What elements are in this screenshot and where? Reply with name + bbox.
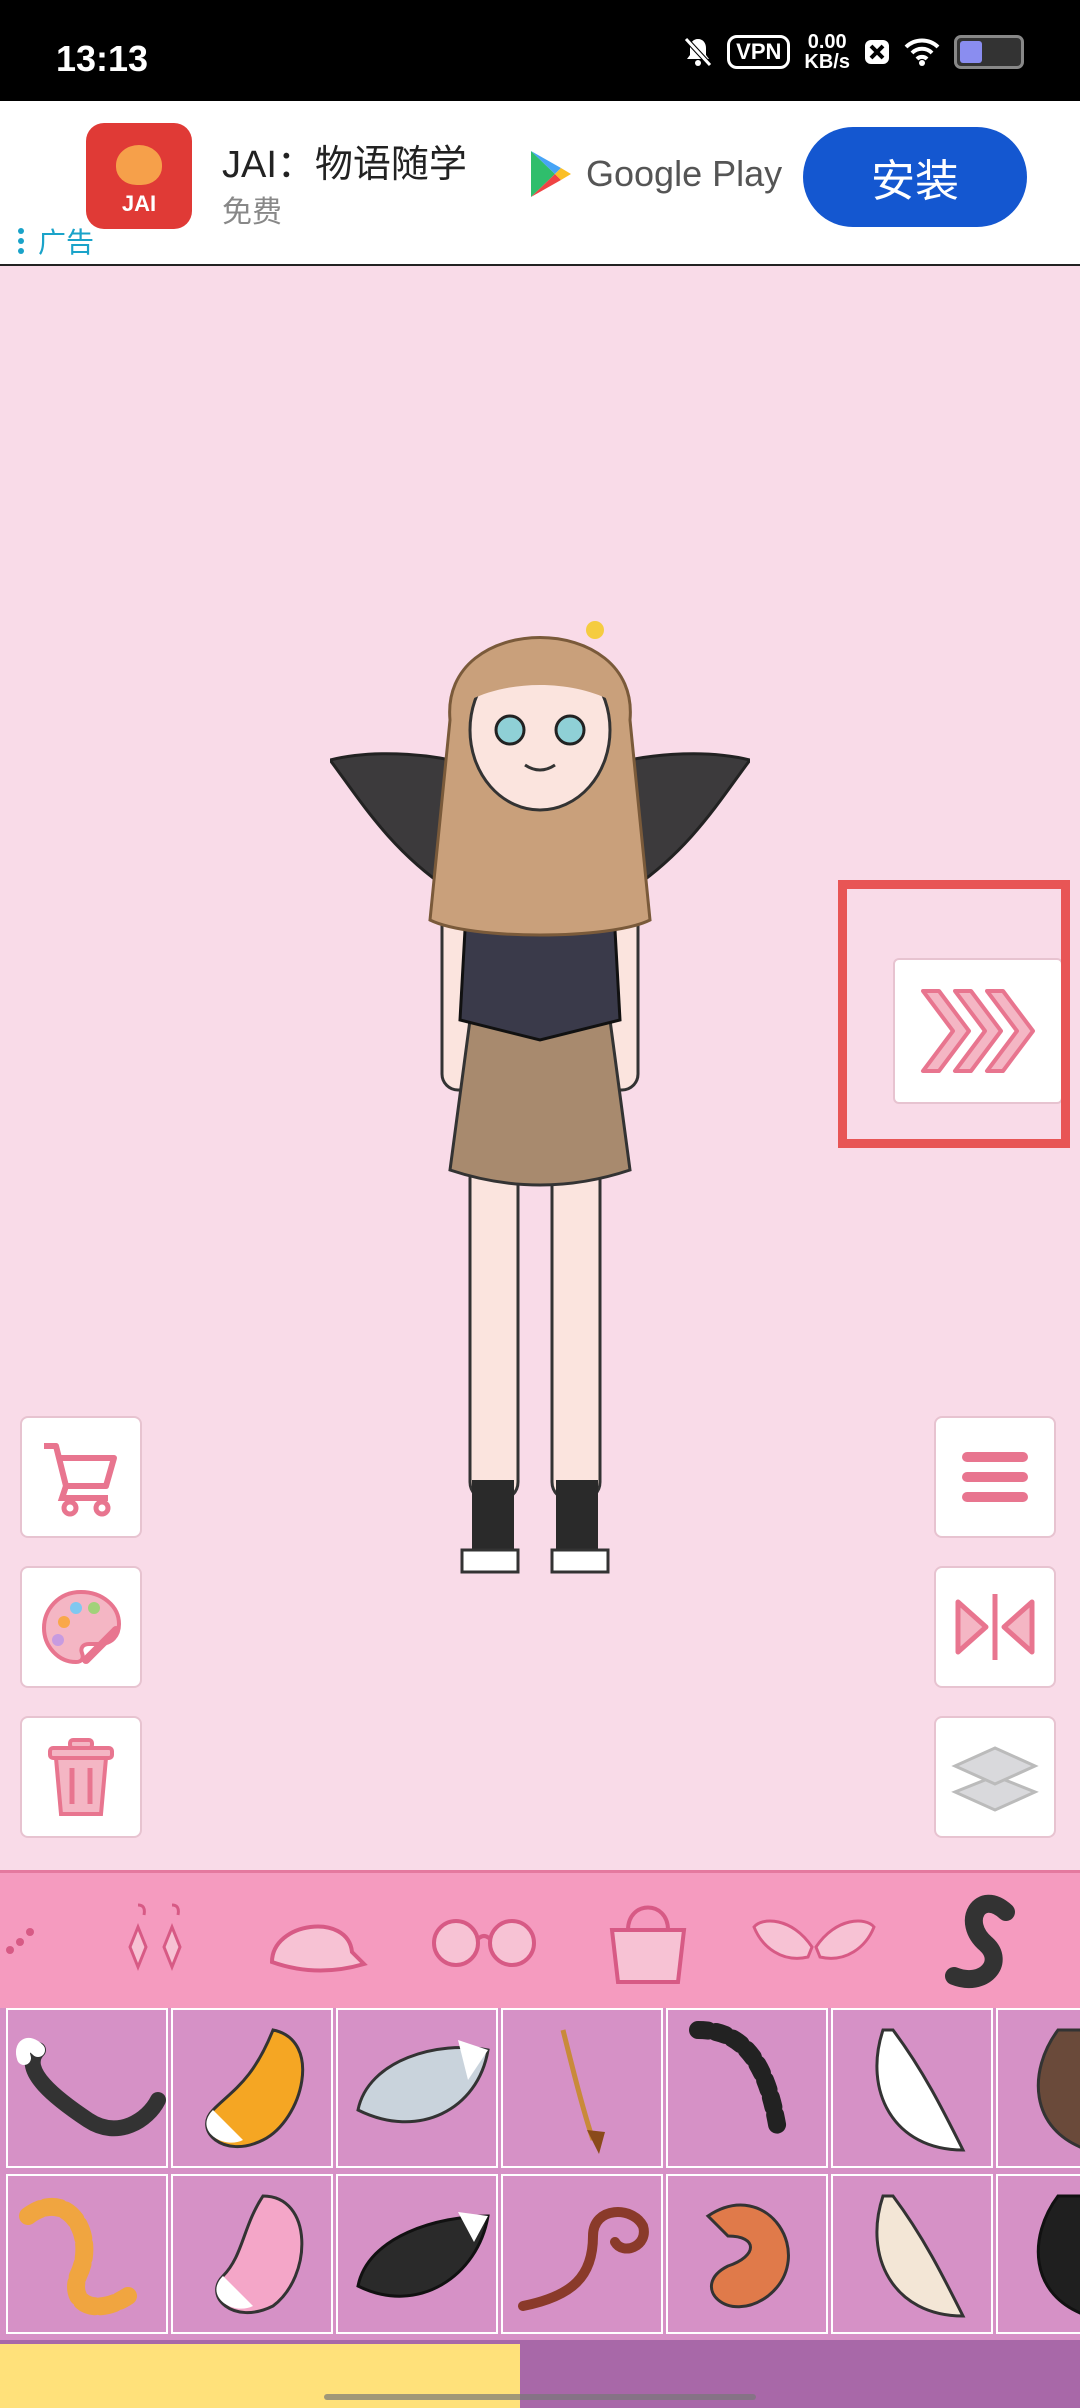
status-icons: VPN 0.00 KB/s — [683, 32, 1024, 72]
curly-brown-tail-icon — [518, 2207, 649, 2311]
ad-price: 免费 — [222, 196, 282, 229]
dark-tail-icon — [1036, 2194, 1080, 2315]
palette-icon — [41, 1589, 122, 1665]
network-speed: 0.00 KB/s — [804, 32, 850, 72]
vpn-badge: VPN — [727, 35, 791, 69]
flip-icon — [955, 1594, 1035, 1660]
ad-app-name[interactable]: JAI：物语随学 — [222, 133, 467, 188]
category-cap[interactable] — [260, 1887, 370, 1997]
items-grid — [0, 2008, 1080, 2340]
wings-icon — [752, 1919, 876, 1960]
gesture-bar[interactable] — [324, 2394, 756, 2400]
status-bar: 13:13 VPN 0.00 KB/s — [0, 0, 1080, 101]
mute-bell-icon — [684, 37, 713, 67]
ad-app-icon-text: JAI — [121, 191, 157, 216]
network-speed-unit: KB/s — [804, 51, 850, 73]
menu-button[interactable] — [934, 1416, 1056, 1538]
category-bag[interactable] — [598, 1887, 698, 1997]
tail-item[interactable] — [171, 2008, 333, 2168]
earrings-icon — [128, 1903, 182, 1972]
necklace-icon — [6, 1928, 34, 1954]
tail-item[interactable] — [996, 2174, 1080, 2334]
white-tail-icon — [875, 2028, 966, 2152]
tail-icon — [945, 1894, 1015, 1988]
category-wings[interactable] — [752, 1887, 876, 1997]
google-play-icon — [531, 151, 571, 197]
category-glasses[interactable] — [424, 1887, 544, 1997]
google-play-label: Google Play — [586, 153, 783, 194]
glasses-icon — [432, 1919, 536, 1967]
trash-icon — [48, 1738, 114, 1816]
shop-button[interactable] — [20, 1416, 142, 1538]
layers-icon — [951, 1746, 1039, 1812]
category-earrings[interactable] — [110, 1887, 200, 1997]
status-time: 13:13 — [56, 38, 149, 79]
highlight-box — [838, 880, 1070, 1148]
tail-item[interactable] — [501, 2008, 663, 2168]
tail-item[interactable] — [171, 2174, 333, 2334]
tail-item[interactable] — [666, 2174, 828, 2334]
tail-item[interactable] — [336, 2008, 498, 2168]
thin-tail-icon — [560, 2029, 605, 2154]
category-necklace[interactable] — [0, 1887, 40, 1997]
category-bar — [0, 1870, 1080, 2008]
brown-tail-icon — [1036, 2028, 1080, 2149]
fox-face-icon — [116, 145, 162, 185]
layers-button[interactable] — [934, 1716, 1056, 1838]
striped-tail-icon — [689, 2021, 787, 2139]
tail-item[interactable] — [501, 2174, 663, 2334]
delete-button[interactable] — [20, 1716, 142, 1838]
red-panda-tail-icon — [705, 2203, 790, 2309]
tabby-tail-icon — [19, 2197, 137, 2316]
ad-banner[interactable]: JAI JAI：物语随学 免费 Google Play 安装 广告 — [0, 101, 1080, 266]
ad-label-text: 广告 — [38, 227, 95, 258]
app-notification-icon — [865, 40, 889, 64]
black-tail-icon — [16, 2038, 166, 2137]
ad-app-icon[interactable]: JAI — [86, 123, 192, 229]
color-palette-button[interactable] — [20, 1566, 142, 1688]
menu-icon — [962, 1452, 1028, 1502]
tail-item[interactable] — [831, 2174, 993, 2334]
black-fox-tail-icon — [356, 2212, 490, 2298]
fox-tail-orange-icon — [205, 2028, 305, 2148]
install-button[interactable]: 安装 — [803, 127, 1027, 227]
tail-item[interactable] — [831, 2008, 993, 2168]
google-play-badge[interactable]: Google Play — [528, 149, 782, 199]
wifi-icon — [904, 38, 940, 66]
flip-button[interactable] — [934, 1566, 1056, 1688]
ad-label[interactable]: 广告 — [18, 221, 94, 261]
character-avatar — [330, 621, 750, 1574]
grey-tail-icon — [356, 2040, 490, 2124]
cap-icon — [269, 1924, 368, 1973]
bag-icon — [609, 1905, 687, 1984]
cream-tail-icon — [875, 2194, 966, 2318]
category-tail[interactable] — [940, 1887, 1020, 1997]
tail-item[interactable] — [6, 2174, 168, 2334]
more-options-icon[interactable] — [18, 228, 24, 254]
tail-item[interactable] — [996, 2008, 1080, 2168]
battery-icon — [954, 35, 1024, 69]
tail-item[interactable] — [336, 2174, 498, 2334]
network-speed-value: 0.00 — [807, 31, 847, 53]
cart-icon — [44, 1443, 117, 1517]
tail-item[interactable] — [666, 2008, 828, 2168]
pink-tail-icon — [215, 2194, 304, 2314]
tail-item[interactable] — [6, 2008, 168, 2168]
